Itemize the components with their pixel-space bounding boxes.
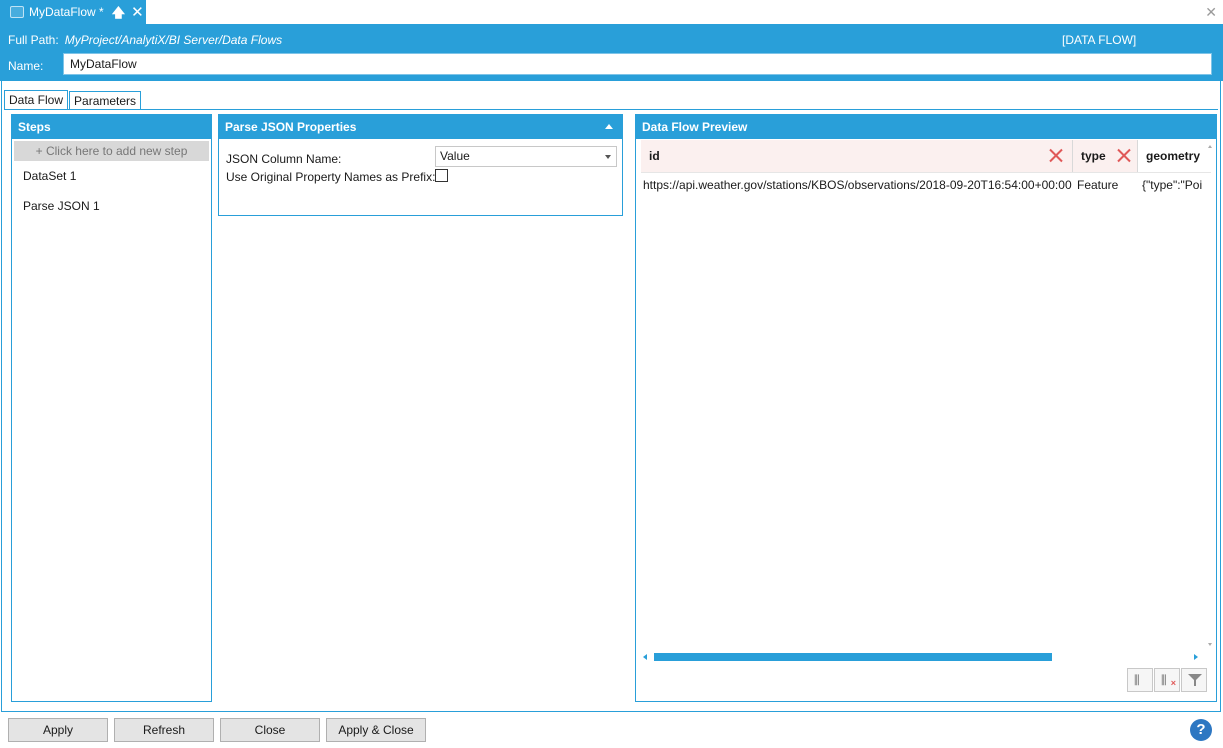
filter-icon-stem xyxy=(1194,680,1196,686)
add-column-icon: ⫼ xyxy=(1134,673,1140,687)
cell-type: Feature xyxy=(1077,178,1119,192)
close-window-icon[interactable]: ✕ xyxy=(1205,4,1217,21)
name-input[interactable] xyxy=(63,53,1212,75)
properties-panel: Parse JSON Properties JSON Column Name: … xyxy=(218,114,623,216)
remove-column-type-icon[interactable] xyxy=(1117,148,1131,162)
remove-column-button[interactable]: ⫼ × xyxy=(1154,668,1180,692)
full-path-label: Full Path: xyxy=(8,33,59,47)
help-icon[interactable]: ? xyxy=(1190,719,1212,741)
collapse-icon[interactable] xyxy=(605,124,613,129)
steps-panel: Steps + Click here to add new step DataS… xyxy=(11,114,212,702)
pin-icon[interactable]: 🡅 xyxy=(112,6,125,19)
prefix-checkbox[interactable] xyxy=(435,169,448,182)
object-type-label: [DATA FLOW] xyxy=(1062,33,1137,47)
full-path: Full Path: MyProject/AnalytiX/BI Server/D… xyxy=(8,33,282,47)
document-tabstrip: MyDataFlow * 🡅 ✕ ✕ xyxy=(0,0,1223,24)
json-column-name-select[interactable]: Value xyxy=(435,146,617,167)
json-column-name-value: Value xyxy=(440,149,470,163)
apply-button[interactable]: Apply xyxy=(8,718,108,742)
add-step-button[interactable]: + Click here to add new step xyxy=(14,141,209,161)
document-tab-title: MyDataFlow * xyxy=(29,5,104,19)
remove-column-icon: ⫼ xyxy=(1161,673,1167,687)
column-header-id-label: id xyxy=(649,149,660,163)
full-path-value: MyProject/AnalytiX/BI Server/Data Flows xyxy=(64,33,283,47)
column-header-id[interactable]: id xyxy=(641,140,1073,172)
data-flow-icon xyxy=(10,6,24,18)
scroll-right-icon[interactable] xyxy=(1194,654,1198,660)
apply-close-button[interactable]: Apply & Close xyxy=(326,718,426,742)
scroll-up-icon[interactable] xyxy=(1208,145,1212,148)
cell-geometry: {"type":"Poi xyxy=(1142,178,1203,192)
add-column-button[interactable]: ⫼ xyxy=(1127,668,1153,692)
prefix-option-label: Use Original Property Names as Prefix: xyxy=(226,170,436,184)
horizontal-scrollbar[interactable] xyxy=(641,651,1201,663)
steps-panel-title: Steps xyxy=(12,115,211,139)
tab-parameters[interactable]: Parameters xyxy=(69,91,142,110)
grid-header: id type geometry xyxy=(641,140,1211,173)
preview-panel: Data Flow Preview id type geometry https… xyxy=(635,114,1217,702)
tab-data-flow[interactable]: Data Flow xyxy=(4,90,69,110)
column-header-type[interactable]: type xyxy=(1073,140,1138,172)
json-column-name-label: JSON Column Name: xyxy=(226,152,342,166)
footer-divider xyxy=(1,711,1221,712)
data-flow-editor: MyDataFlow * 🡅 ✕ ✕ Full Path: MyProject/A… xyxy=(0,0,1223,748)
name-label: Name: xyxy=(8,59,44,73)
step-item-dataset[interactable]: DataSet 1 xyxy=(12,161,211,191)
editor-tabs: Data Flow Parameters xyxy=(4,90,142,110)
column-header-type-label: type xyxy=(1081,149,1106,163)
column-header-geometry-label: geometry xyxy=(1146,149,1201,163)
document-tab[interactable]: MyDataFlow * 🡅 ✕ xyxy=(0,0,146,24)
remove-column-id-icon[interactable] xyxy=(1049,148,1063,162)
cell-id: https://api.weather.gov/stations/KBOS/ob… xyxy=(643,178,1072,192)
scroll-left-icon[interactable] xyxy=(643,654,647,660)
preview-panel-title: Data Flow Preview xyxy=(636,115,1216,139)
table-row[interactable]: https://api.weather.gov/stations/KBOS/ob… xyxy=(641,173,1211,197)
properties-panel-title: Parse JSON Properties xyxy=(225,120,357,134)
filter-button[interactable] xyxy=(1181,668,1207,692)
column-header-geometry[interactable]: geometry xyxy=(1138,140,1211,172)
scrollbar-thumb[interactable] xyxy=(654,653,1052,661)
close-tab-icon[interactable]: ✕ xyxy=(131,5,144,20)
preview-grid: id type geometry https://api.weather.gov… xyxy=(641,140,1211,670)
header-band: Full Path: MyProject/AnalytiX/BI Server/D… xyxy=(0,24,1223,81)
scroll-down-icon[interactable] xyxy=(1208,643,1212,646)
refresh-button[interactable]: Refresh xyxy=(114,718,214,742)
grid-toolbar: ⫼ ⫼ × xyxy=(1127,668,1209,694)
tab-divider xyxy=(4,109,1218,110)
dropdown-arrow-icon xyxy=(605,155,611,159)
remove-mark-icon: × xyxy=(1170,678,1176,688)
close-button[interactable]: Close xyxy=(220,718,320,742)
properties-panel-header: Parse JSON Properties xyxy=(219,115,622,139)
step-item-parse-json[interactable]: Parse JSON 1 xyxy=(12,191,211,221)
